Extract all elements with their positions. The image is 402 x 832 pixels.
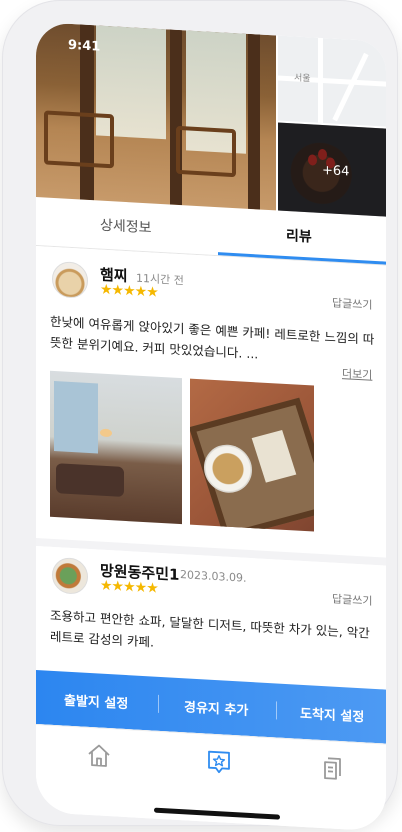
more-photos-count: +64 [322,162,350,180]
bottom-tab-bar [36,724,386,832]
tab-review[interactable]: 리뷰 [286,225,312,246]
phone-frame: 9:41 서울 ▮ ◔ ▭ +64 [2,0,398,832]
map-label: 서울 [294,73,311,85]
action-divider [276,701,277,720]
home-icon[interactable] [86,742,112,769]
more-link[interactable]: 더보기 [342,365,372,383]
set-destination-button[interactable]: 도착지 설정 [300,703,364,726]
avatar [52,260,88,299]
avatar [52,556,88,595]
review-text: 조용하고 편안한 쇼파, 달달한 디저트, 따뜻한 차가 있는, 악간 레트로 … [50,607,370,650]
hero-side: 서울 ▮ ◔ ▭ +64 [278,35,386,217]
add-waypoint-button[interactable]: 경유지 추가 [184,696,248,719]
review-photo[interactable] [50,370,182,525]
action-divider [158,694,159,713]
review-photo[interactable] [190,378,314,532]
review-text: 한낮에 여유롭게 앉아있기 좋은 예쁜 카페! 레트로한 느낌의 따뜻한 분위기… [50,313,375,362]
tab-info[interactable]: 상세정보 [100,215,152,238]
dessert-photo[interactable]: +64 [278,122,386,217]
app-screen: 9:41 서울 ▮ ◔ ▭ +64 [36,22,386,832]
rating-stars: ★★★★★ [100,577,158,597]
cafe-interior-photo[interactable]: 9:41 [36,22,276,211]
reply-button[interactable]: 답글쓰기 [332,295,372,313]
review-star-icon[interactable] [206,749,232,776]
rating-stars: ★★★★★ [100,281,158,301]
document-icon[interactable] [320,755,346,782]
review-card: 햄찌 11시간 전 ★★★★★ 답글쓰기 한낮에 여유롭게 앉아있기 좋은 예쁜… [36,246,386,558]
set-origin-button[interactable]: 출발지 설정 [64,690,128,713]
review-card: 망원동주민1 2023.03.09. ★★★★★ 답글쓰기 조용하고 편안한 쇼… [36,546,386,690]
place-hero: 9:41 서울 ▮ ◔ ▭ +64 [36,22,386,217]
map-thumbnail[interactable]: 서울 ▮ ◔ ▭ [278,35,386,127]
status-time: 9:41 [68,37,101,55]
home-indicator [154,807,280,820]
review-time: 2023.03.09. [180,568,247,585]
reply-button[interactable]: 답글쓰기 [332,591,372,609]
